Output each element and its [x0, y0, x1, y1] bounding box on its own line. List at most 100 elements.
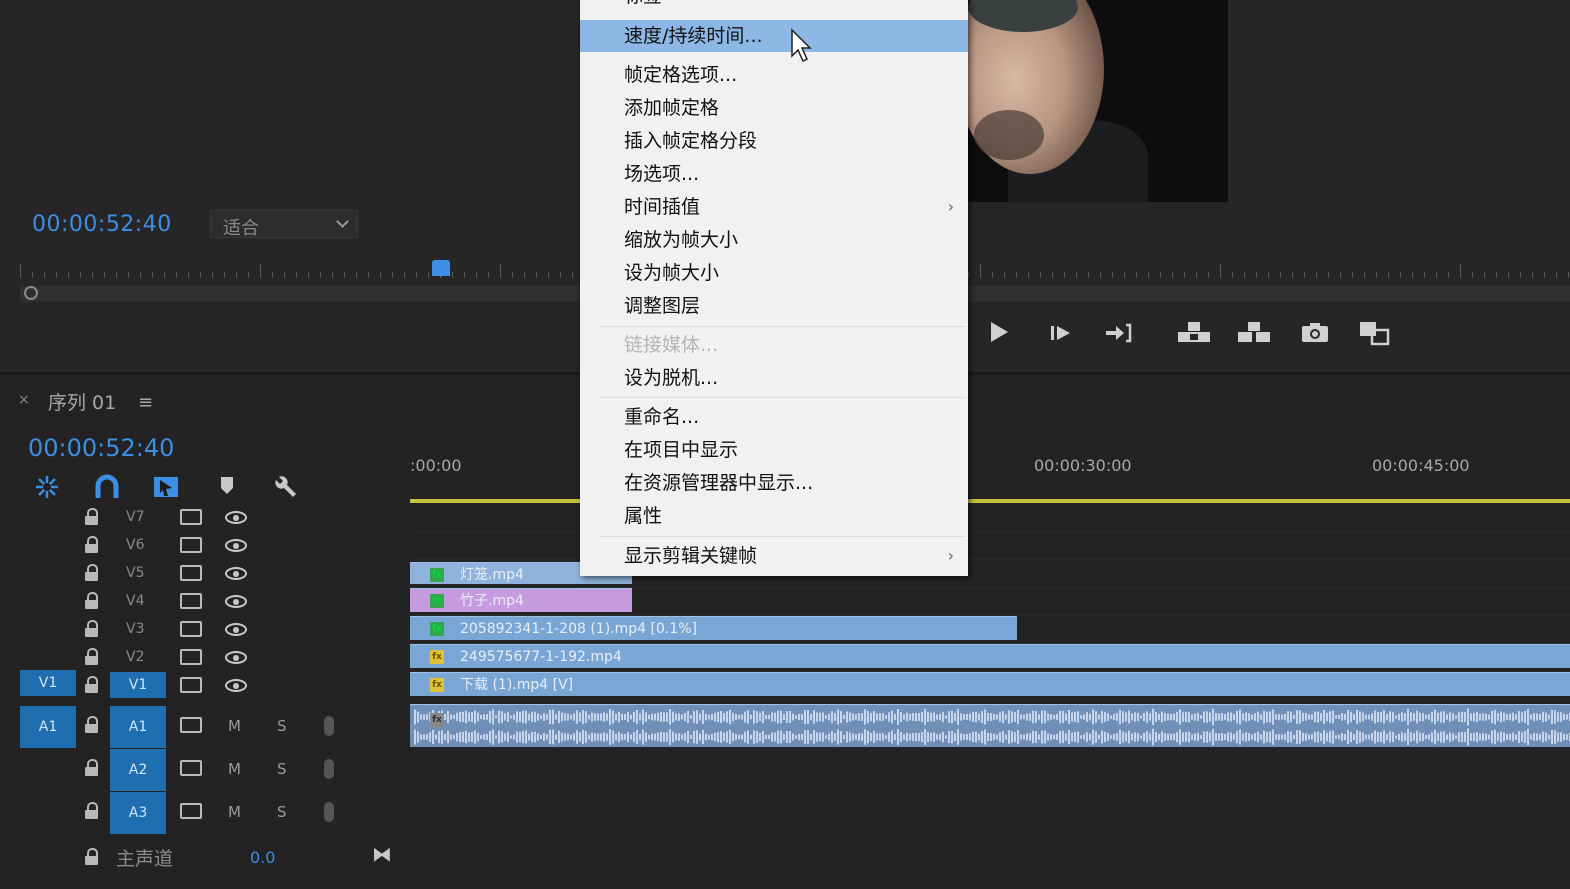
- lock-icon[interactable]: [84, 848, 100, 865]
- track-target-v1[interactable]: V1: [110, 672, 166, 698]
- go-to-edit-icon[interactable]: ⧓: [372, 842, 392, 866]
- menu-item-add-frame-hold[interactable]: 添加帧定格: [580, 92, 968, 124]
- marker-icon[interactable]: [214, 474, 240, 500]
- lock-icon[interactable]: [84, 676, 100, 693]
- menu-item-set-to-frame-size[interactable]: 设为帧大小: [580, 257, 968, 289]
- compare-view-button[interactable]: [1358, 320, 1392, 354]
- ruler-tick: [1460, 264, 1461, 278]
- master-volume-value[interactable]: 0.0: [250, 848, 275, 867]
- lock-icon[interactable]: [84, 802, 100, 819]
- ruler-tick: [1472, 272, 1473, 278]
- ruler-tick: [380, 272, 381, 278]
- film-icon[interactable]: [180, 537, 202, 553]
- eye-icon[interactable]: [225, 567, 247, 580]
- track-lane-v1[interactable]: [410, 672, 1570, 700]
- menu-item-label[interactable]: 标签›: [580, 0, 968, 12]
- solo-button[interactable]: S: [277, 803, 287, 821]
- eye-icon[interactable]: [225, 623, 247, 636]
- snap-icon[interactable]: [34, 474, 60, 500]
- track-target-a1[interactable]: A1: [110, 706, 166, 748]
- film-icon[interactable]: [180, 803, 202, 819]
- mic-icon[interactable]: [324, 759, 334, 779]
- clip-a1-audio[interactable]: fx: [410, 704, 1570, 747]
- lock-icon[interactable]: [84, 648, 100, 665]
- track-target-a2[interactable]: A2: [110, 749, 166, 791]
- wrench-icon[interactable]: [272, 474, 298, 500]
- ruler-tick: [1352, 272, 1353, 278]
- track-header-master: 主声道 0.0 ⧓: [0, 838, 408, 874]
- film-icon[interactable]: [180, 677, 202, 693]
- ruler-tick: [1508, 272, 1509, 278]
- mute-button[interactable]: M: [228, 803, 241, 821]
- close-icon[interactable]: ×: [18, 392, 30, 408]
- track-lane-v4[interactable]: [410, 588, 1570, 616]
- extract-button[interactable]: [1236, 320, 1270, 354]
- mic-icon[interactable]: [324, 716, 334, 736]
- mute-button[interactable]: M: [228, 717, 241, 735]
- go-to-out-button[interactable]: [1102, 320, 1136, 354]
- source-patch-v1[interactable]: V1: [20, 670, 76, 696]
- magnet-icon[interactable]: [94, 474, 120, 500]
- mute-button[interactable]: M: [228, 760, 241, 778]
- panel-menu-icon[interactable]: ≡: [138, 392, 153, 413]
- menu-item-time-interpolation[interactable]: 时间插值 ›: [580, 191, 968, 223]
- eye-icon[interactable]: [225, 679, 247, 692]
- menu-item-make-offline[interactable]: 设为脱机...: [580, 362, 968, 394]
- lock-icon[interactable]: [84, 564, 100, 581]
- program-playhead[interactable]: [432, 260, 450, 277]
- menu-item-scale-to-frame-size[interactable]: 缩放为帧大小: [580, 224, 968, 256]
- film-icon[interactable]: [180, 717, 202, 733]
- solo-button[interactable]: S: [277, 760, 287, 778]
- lock-icon[interactable]: [84, 536, 100, 553]
- step-forward-button[interactable]: [1044, 320, 1078, 354]
- mic-icon[interactable]: [324, 802, 334, 822]
- menu-item-show-clip-keyframes[interactable]: 显示剪辑关键帧 ›: [580, 540, 968, 572]
- menu-item-speed-duration[interactable]: 速度/持续时间...: [580, 20, 968, 52]
- context-menu: 标签› 速度/持续时间... 帧定格选项... 添加帧定格 插入帧定格分段 场选…: [580, 0, 968, 576]
- lock-icon[interactable]: [84, 716, 100, 733]
- track-lane-v3[interactable]: [410, 616, 1570, 644]
- zoom-select[interactable]: 适合: [210, 210, 358, 239]
- track-lane-v2[interactable]: [410, 644, 1570, 672]
- eye-icon[interactable]: [225, 651, 247, 664]
- lock-icon[interactable]: [84, 759, 100, 776]
- tab-sequence[interactable]: 序列 01: [48, 388, 116, 415]
- menu-item-field-options[interactable]: 场选项...: [580, 158, 968, 190]
- play-icon: [991, 322, 1008, 342]
- menu-item-rename[interactable]: 重命名...: [580, 401, 968, 433]
- zoom-scroll-handle[interactable]: [24, 286, 38, 300]
- lock-icon[interactable]: [84, 592, 100, 609]
- film-icon[interactable]: [180, 509, 202, 525]
- track-label: V2: [126, 649, 145, 665]
- menu-item-adjustment-layer[interactable]: 调整图层: [580, 290, 968, 322]
- export-frame-button[interactable]: [1298, 320, 1332, 354]
- menu-item-frame-hold-options[interactable]: 帧定格选项...: [580, 59, 968, 91]
- eye-icon[interactable]: [225, 595, 247, 608]
- menu-item-insert-frame-hold-segment[interactable]: 插入帧定格分段: [580, 125, 968, 157]
- eye-icon[interactable]: [225, 539, 247, 552]
- film-icon[interactable]: [180, 649, 202, 665]
- linked-selection-icon[interactable]: [152, 474, 178, 500]
- source-patch-a1[interactable]: A1: [20, 706, 76, 748]
- menu-item-properties[interactable]: 属性: [580, 500, 968, 532]
- menu-item-reveal-in-project[interactable]: 在项目中显示: [580, 434, 968, 466]
- chevron-down-icon: [336, 215, 349, 228]
- ruler-tick: [56, 272, 57, 278]
- film-icon[interactable]: [180, 565, 202, 581]
- lock-icon[interactable]: [84, 620, 100, 637]
- eye-icon[interactable]: [225, 511, 247, 524]
- ruler-tick: [572, 272, 573, 278]
- menu-item-reveal-in-explorer[interactable]: 在资源管理器中显示...: [580, 467, 968, 499]
- film-icon[interactable]: [180, 760, 202, 776]
- play-button[interactable]: [982, 320, 1016, 354]
- sequence-timecode[interactable]: 00:00:52:40: [28, 434, 174, 462]
- ruler-tick: [152, 272, 153, 278]
- film-icon[interactable]: [180, 593, 202, 609]
- program-video-frame: [968, 0, 1228, 202]
- track-target-a3[interactable]: A3: [110, 792, 166, 834]
- film-icon[interactable]: [180, 621, 202, 637]
- lock-icon[interactable]: [84, 508, 100, 525]
- solo-button[interactable]: S: [277, 717, 287, 735]
- lift-button[interactable]: [1176, 320, 1210, 354]
- program-timecode[interactable]: 00:00:52:40: [32, 212, 172, 237]
